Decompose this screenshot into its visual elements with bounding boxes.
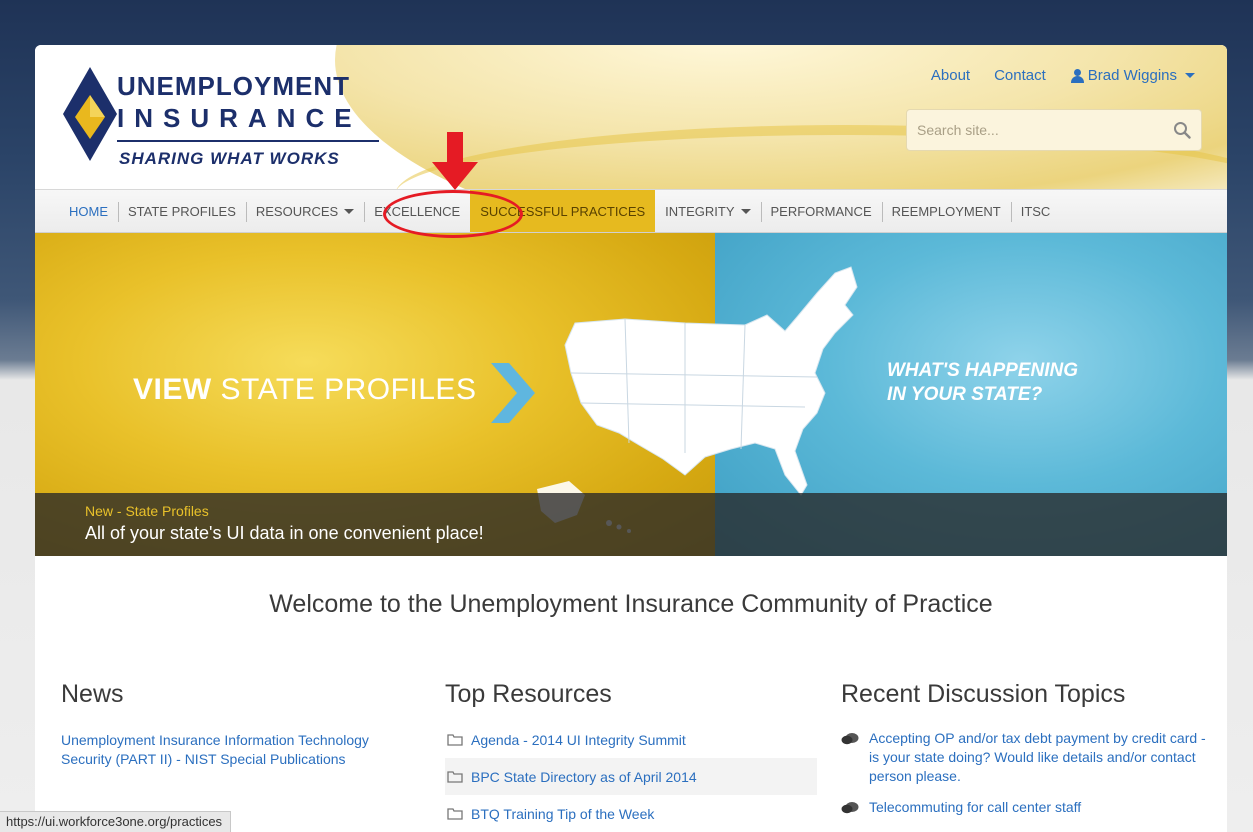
nav-resources[interactable]: RESOURCES [245,190,364,232]
logo-diamond-icon [63,67,117,161]
view-rest: STATE PROFILES [220,373,477,406]
resource-item[interactable]: BPC State Directory as of April 2014 [445,758,817,795]
caption-text: All of your state's UI data in one conve… [85,523,484,543]
chevron-down-icon [344,208,355,214]
user-icon [1070,68,1084,83]
discussion-item-label: Telecommuting for call center staff [869,799,1082,815]
chevron-down-icon [740,208,751,214]
resource-item-label: BTQ Training Tip of the Week [471,805,655,822]
status-bar-url: https://ui.workforce3one.org/practices [0,811,232,832]
discussion-item[interactable]: Telecommuting for call center staff [841,798,1211,817]
nav-itsc[interactable]: ITSC [1010,190,1061,232]
discussion-item[interactable]: Accepting OP and/or tax debt payment by … [841,729,1211,786]
page-card: UNEMPLOYMENT INSURANCE SHARING WHAT WORK… [35,45,1227,832]
news-title: News [61,680,124,708]
nav-reemployment-label: REEMPLOYMENT [891,203,1001,219]
about-link[interactable]: About [931,67,970,84]
discussion-section: Recent Discussion Topics Accepting OP an… [841,680,1211,829]
discussion-item-label: Accepting OP and/or tax debt payment by … [869,730,1206,784]
user-menu[interactable]: Brad Wiggins [1070,67,1195,84]
folder-icon [447,771,463,783]
logo-line1: UNEMPLOYMENT [117,71,350,101]
view-state-profiles-heading: VIEW STATE PROFILES [133,373,476,407]
folder-icon [447,808,463,820]
site-logo[interactable]: UNEMPLOYMENT INSURANCE SHARING WHAT WORK… [61,57,391,177]
logo-rule [117,140,379,142]
main-nav: HOME STATE PROFILES RESOURCES EXCELLENCE… [35,189,1227,233]
chevron-right-icon [491,363,535,423]
news-item[interactable]: Unemployment Insurance Information Techn… [61,731,391,769]
resource-item-label: BPC State Directory as of April 2014 [471,768,697,785]
annotation-circle [383,190,523,238]
resources-title: Top Resources [445,680,612,708]
chat-bubbles-icon [841,733,859,745]
hero-caption: New - State Profiles All of your state's… [35,493,1227,556]
logo-line2: INSURANCE [117,103,362,133]
resource-item-label: Agenda - 2014 UI Integrity Summit [471,731,686,748]
contact-link[interactable]: Contact [994,67,1046,84]
resource-item[interactable]: Agenda - 2014 UI Integrity Summit [445,721,817,758]
annotation-arrow-icon [432,132,478,190]
search-icon[interactable] [1173,121,1191,139]
nav-resources-label: RESOURCES [255,203,339,219]
resource-item[interactable]: BTQ Training Tip of the Week [445,795,817,832]
user-name: Brad Wiggins [1087,67,1177,84]
folder-icon [447,734,463,746]
discussion-title: Recent Discussion Topics [841,680,1126,708]
search-box [906,109,1202,151]
chat-bubbles-icon [841,802,859,814]
news-section: News Unemployment Insurance Information … [61,680,391,769]
top-links: About Contact Brad Wiggins [931,67,1195,84]
welcome-heading: Welcome to the Unemployment Insurance Co… [269,590,993,618]
search-input[interactable] [907,110,1157,150]
whats-line2: IN YOUR STATE? [887,384,1043,405]
chevron-down-icon [1185,73,1195,78]
hero-banner[interactable]: VIEW STATE PROFILES WHAT'S HAPPENING IN … [35,233,1227,556]
nav-state-profiles-label: STATE PROFILES [128,203,236,219]
nav-performance[interactable]: PERFORMANCE [760,190,882,232]
nav-home[interactable]: HOME [35,190,118,232]
nav-integrity-label: INTEGRITY [665,203,735,219]
nav-performance-label: PERFORMANCE [770,203,872,219]
caption-kicker: New - State Profiles [85,503,209,519]
nav-integrity[interactable]: INTEGRITY [655,190,760,232]
site-header: UNEMPLOYMENT INSURANCE SHARING WHAT WORK… [35,45,1227,189]
nav-itsc-label: ITSC [1020,203,1051,219]
nav-home-label: HOME [69,203,108,219]
nav-reemployment[interactable]: REEMPLOYMENT [881,190,1011,232]
whats-line1: WHAT'S HAPPENING [887,360,1079,381]
logo-tagline: SHARING WHAT WORKS [119,149,340,168]
nav-state-profiles[interactable]: STATE PROFILES [118,190,246,232]
top-resources-section: Top Resources Agenda - 2014 UI Integrity… [445,680,817,832]
view-bold: VIEW [133,373,212,406]
whats-happening-text: WHAT'S HAPPENING IN YOUR STATE? [887,359,1078,407]
